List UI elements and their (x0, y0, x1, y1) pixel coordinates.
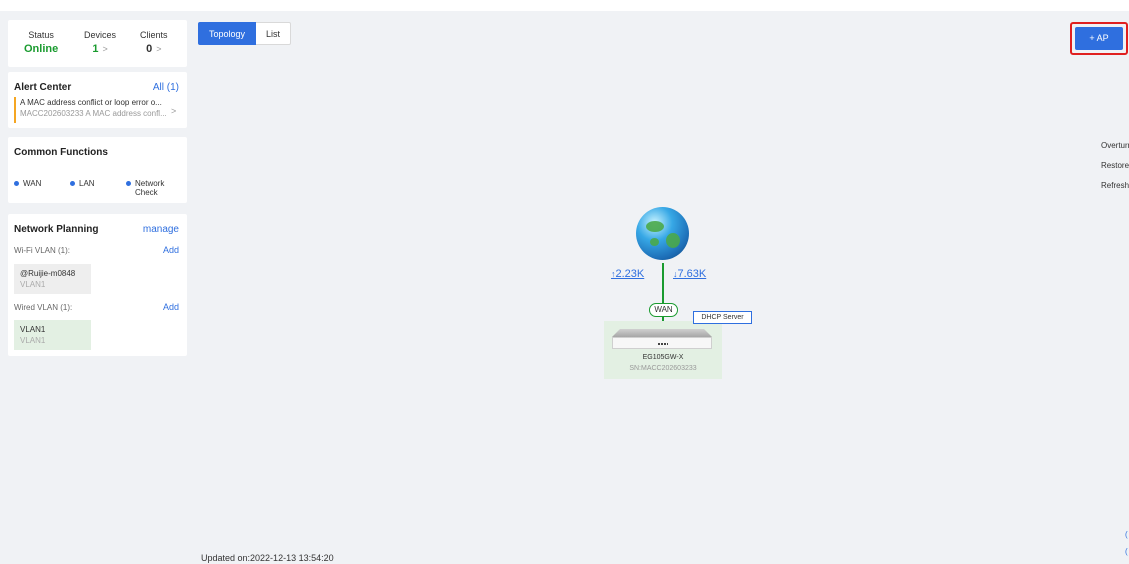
wifi-vlan-add-link[interactable]: Add (163, 245, 179, 255)
tab-list[interactable]: List (256, 22, 292, 45)
devices-count: 1 (92, 43, 99, 55)
manage-link[interactable]: manage (143, 224, 179, 235)
updated-timestamp: Updated on:2022-12-13 13:54:20 (201, 553, 334, 563)
devices-value[interactable]: 1 > (84, 43, 116, 55)
chevron-right-icon[interactable]: > (171, 106, 176, 116)
globe-land (650, 238, 659, 246)
wired-vlan-add-link[interactable]: Add (163, 302, 179, 312)
function-label-line2: Check (135, 188, 158, 197)
function-lan[interactable]: LAN (70, 179, 95, 188)
common-functions-title: Common Functions (14, 147, 108, 158)
wifi-vlan-label: Wi-Fi VLAN (1): (14, 246, 70, 255)
alert-item[interactable]: A MAC address conflict or loop error o..… (14, 97, 174, 123)
alert-center-title: Alert Center (14, 82, 72, 93)
chevron-right-icon: > (102, 44, 108, 54)
wifi-vlan-id: VLAN1 (20, 280, 46, 289)
function-label: Network Check (135, 179, 164, 197)
internet-globe-icon (636, 207, 689, 260)
function-label-line1: Network (135, 179, 165, 188)
dot-icon (70, 181, 75, 186)
devices-label: Devices (84, 30, 117, 40)
add-ap-highlight: + AP (1070, 22, 1128, 55)
status-value: Online (24, 43, 59, 55)
corner-mark: ( (1125, 530, 1128, 539)
clients-label: Clients (140, 30, 168, 40)
globe-land (666, 233, 680, 248)
wired-vlan-entry[interactable]: VLAN1 VLAN1 (14, 320, 91, 350)
globe-land (646, 221, 664, 232)
download-rate: ↓7.63K (673, 268, 706, 280)
router-led (658, 343, 668, 345)
alert-detail: MACC202603233 A MAC address confl... (20, 109, 167, 118)
overturn-action[interactable]: Overturn (1101, 141, 1129, 150)
network-planning-card: Network Planning manage Wi-Fi VLAN (1): … (8, 214, 187, 356)
router-body (612, 337, 712, 349)
corner-mark: ( (1125, 547, 1128, 556)
clients-count: 0 (146, 43, 153, 55)
restore-action[interactable]: Restore (1101, 161, 1129, 170)
upload-value: 2.23K (615, 268, 645, 280)
chevron-right-icon: > (156, 44, 162, 54)
status-column: Status Online (24, 30, 58, 55)
view-tabs: Topology List (198, 22, 292, 45)
common-functions-card: Common Functions WAN LAN Network Check (8, 137, 187, 203)
function-wan[interactable]: WAN (14, 179, 41, 188)
add-ap-button[interactable]: + AP (1075, 27, 1123, 50)
dot-icon (126, 181, 131, 186)
alert-center-card: Alert Center All (1) A MAC address confl… (8, 72, 187, 128)
wired-vlan-label: Wired VLAN (1): (14, 303, 73, 312)
wifi-vlan-ssid: @Ruijie-m0848 (20, 269, 76, 278)
download-value: 7.63K (677, 268, 707, 280)
top-strip (0, 0, 1129, 11)
wan-port-label: WAN (649, 303, 678, 317)
alert-message: A MAC address conflict or loop error o..… (20, 98, 162, 107)
function-network-check[interactable]: Network Check (126, 179, 164, 197)
wifi-vlan-entry[interactable]: @Ruijie-m0848 VLAN1 (14, 264, 91, 294)
status-label: Status (28, 30, 54, 40)
function-label: WAN (23, 179, 42, 188)
status-card: Status Online Devices 1 > Clients 0 > (8, 20, 187, 67)
network-planning-title: Network Planning (14, 224, 99, 235)
sidebar: Status Online Devices 1 > Clients 0 > Aler… (8, 14, 187, 564)
alert-all-link[interactable]: All (1) (153, 82, 179, 93)
tab-topology[interactable]: Topology (198, 22, 257, 45)
dot-icon (14, 181, 19, 186)
upload-rate: ↑2.23K (611, 268, 644, 280)
wired-vlan-name: VLAN1 (20, 325, 46, 334)
clients-value[interactable]: 0 > (140, 43, 168, 55)
gateway-device[interactable]: EG105GW-X SN:MACC202603233 (604, 321, 722, 379)
dhcp-server-badge: DHCP Server (693, 311, 752, 324)
device-sn: SN:MACC202603233 (629, 365, 697, 372)
device-model: EG105GW-X (642, 354, 684, 361)
clients-column[interactable]: Clients 0 > (140, 30, 168, 55)
refresh-action[interactable]: Refresh (1101, 181, 1129, 190)
router-icon (612, 329, 712, 349)
devices-column[interactable]: Devices 1 > (84, 30, 116, 55)
function-label: LAN (79, 179, 95, 188)
wired-vlan-id: VLAN1 (20, 336, 46, 345)
router-top (612, 329, 712, 337)
